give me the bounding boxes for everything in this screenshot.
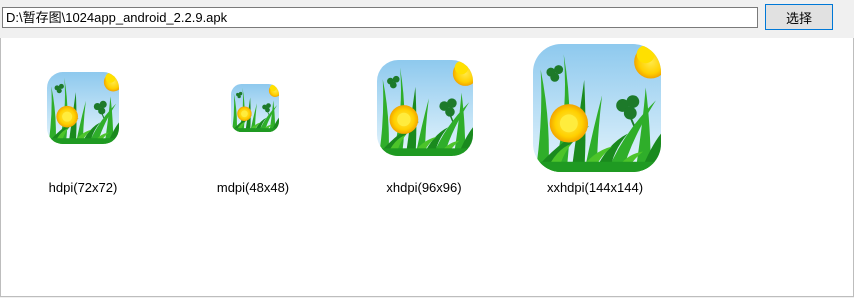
icon-caption-mdpi: mdpi(48x48) [216, 180, 290, 195]
meadow-flower-icon [377, 60, 473, 156]
icon-caption-hdpi: hdpi(72x72) [48, 180, 118, 195]
icon-preview-panel: hdpi(72x72) mdpi(48x48) xhdpi(96x96) xxh… [0, 38, 854, 297]
meadow-flower-icon [231, 84, 279, 132]
meadow-flower-icon [533, 44, 661, 172]
choose-file-button[interactable]: 选择 [765, 4, 833, 30]
toolbar: 选择 [0, 0, 854, 38]
file-path-input[interactable] [2, 7, 758, 28]
icon-caption-xhdpi: xhdpi(96x96) [386, 180, 462, 195]
icon-caption-xxhdpi: xxhdpi(144x144) [546, 180, 644, 195]
meadow-flower-icon [47, 72, 119, 144]
